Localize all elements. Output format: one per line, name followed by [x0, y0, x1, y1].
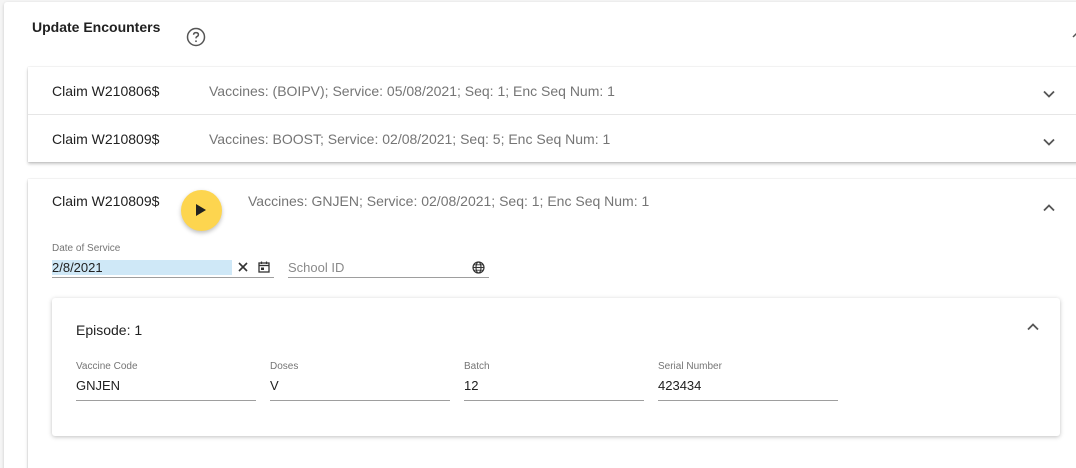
date-of-service-value[interactable]: 2/8/2021	[52, 260, 232, 275]
chevron-down-icon[interactable]	[1042, 87, 1056, 101]
globe-icon[interactable]	[472, 261, 485, 274]
vaccine-code-value: GNJEN	[76, 378, 121, 393]
claim-panel-3-expanded: Claim W210809$ Vaccines: GNJEN; Service:…	[28, 179, 1076, 468]
claim-panel-1[interactable]: Claim W210806$ Vaccines: (BOIPV); Servic…	[28, 67, 1076, 115]
school-id-field[interactable]: School ID	[288, 258, 489, 278]
claim-title: Claim W210806$	[52, 83, 160, 99]
chevron-up-icon[interactable]	[1026, 320, 1040, 334]
doses-label: Doses	[270, 361, 299, 372]
batch-field[interactable]: 12	[464, 376, 644, 401]
serial-number-field[interactable]: 423434	[658, 376, 838, 401]
play-icon	[196, 204, 206, 216]
collapsed-claims: Claim W210806$ Vaccines: (BOIPV); Servic…	[28, 67, 1076, 162]
claim-title: Claim W210809$	[52, 131, 160, 147]
calendar-icon[interactable]	[258, 261, 270, 273]
claim-title[interactable]: Claim W210809$	[52, 193, 159, 209]
serial-number-value: 423434	[658, 378, 702, 393]
chevron-up-icon[interactable]	[1072, 30, 1076, 40]
play-button[interactable]	[181, 190, 222, 231]
clear-icon[interactable]	[238, 262, 248, 272]
claim-description: Vaccines: GNJEN; Service: 02/08/2021; Se…	[248, 193, 650, 209]
serial-number-label: Serial Number	[658, 361, 722, 372]
episode-title: Episode: 1	[76, 322, 143, 338]
help-circle-icon[interactable]	[186, 27, 206, 47]
episode-card: Episode: 1 Vaccine Code GNJEN Doses V Ba…	[52, 298, 1060, 436]
doses-value: V	[270, 378, 279, 393]
school-id-placeholder: School ID	[288, 260, 345, 275]
vaccine-code-field[interactable]: GNJEN	[76, 376, 256, 401]
claim-panel-2[interactable]: Claim W210809$ Vaccines: BOOST; Service:…	[28, 115, 1076, 163]
vaccine-code-label: Vaccine Code	[76, 361, 138, 372]
claim-description: Vaccines: BOOST; Service: 02/08/2021; Se…	[209, 131, 611, 147]
batch-label: Batch	[464, 361, 490, 372]
doses-field[interactable]: V	[270, 376, 450, 401]
card-title: Update Encounters	[32, 19, 161, 35]
batch-value: 12	[464, 378, 479, 393]
date-of-service-label: Date of Service	[52, 243, 121, 254]
claim-description: Vaccines: (BOIPV); Service: 05/08/2021; …	[209, 83, 615, 99]
date-of-service-field[interactable]: 2/8/2021	[52, 258, 274, 278]
chevron-down-icon[interactable]	[1042, 135, 1056, 149]
chevron-up-icon[interactable]	[1042, 201, 1056, 215]
